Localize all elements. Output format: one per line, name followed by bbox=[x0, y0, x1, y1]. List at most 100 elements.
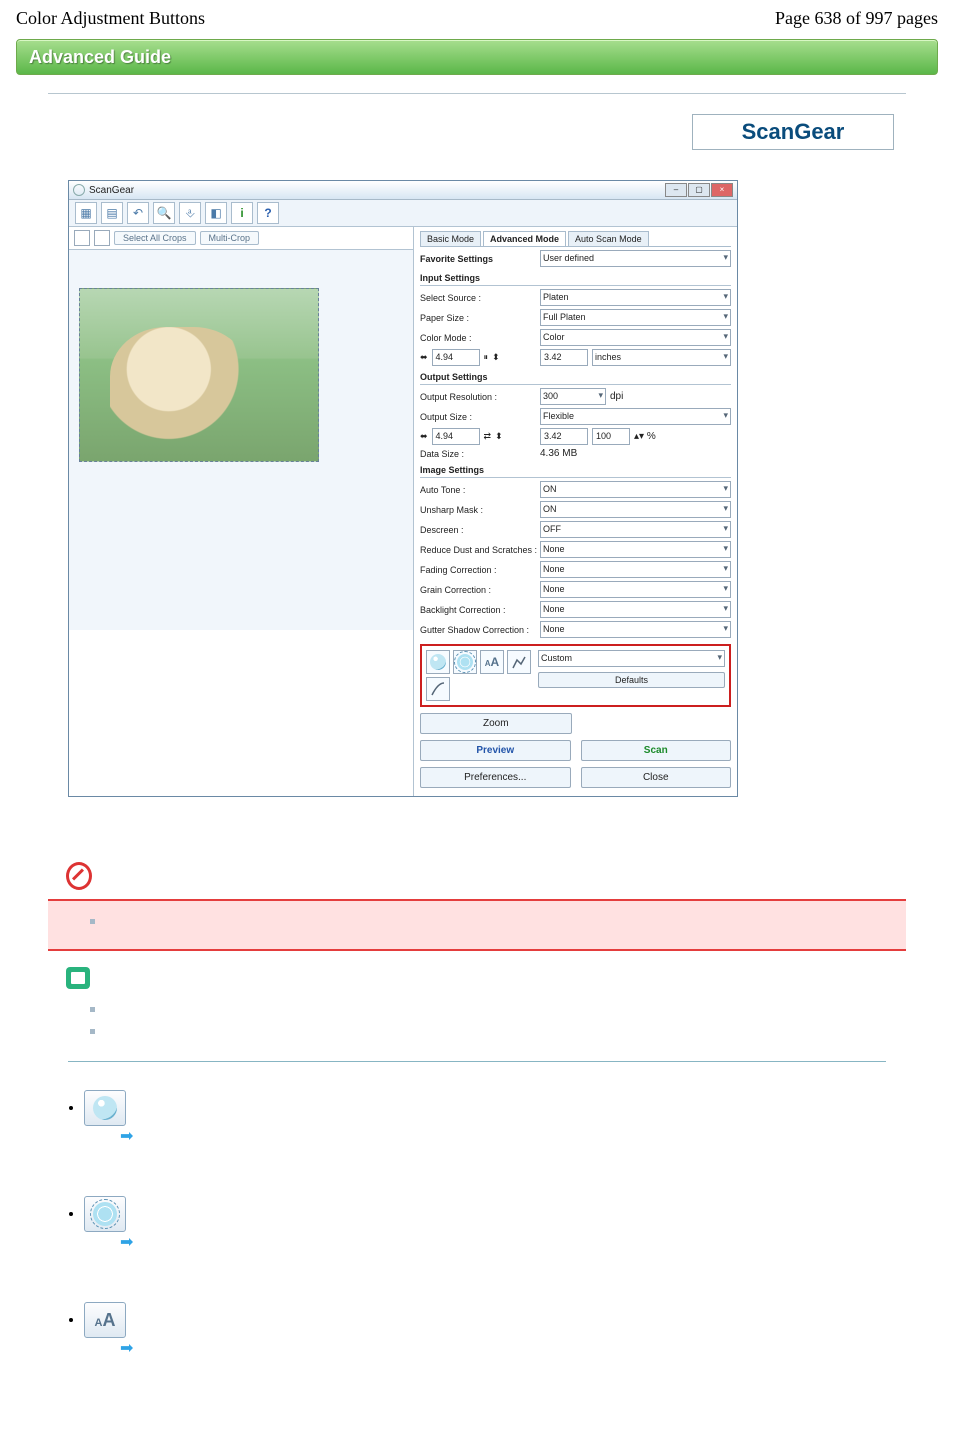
source-label: Select Source : bbox=[420, 293, 540, 303]
out-height[interactable]: 3.42 bbox=[540, 428, 588, 445]
important-section bbox=[48, 857, 906, 951]
lock-icon[interactable]: ⏸ bbox=[484, 352, 489, 363]
input-height[interactable]: 3.42 bbox=[540, 349, 588, 366]
maximize-button[interactable]: ▢ bbox=[688, 183, 710, 197]
output-settings-header: Output Settings bbox=[420, 372, 731, 385]
imgset-select[interactable]: None bbox=[540, 541, 731, 558]
tab-auto[interactable]: Auto Scan Mode bbox=[568, 231, 649, 246]
bullet-icon bbox=[90, 1007, 95, 1012]
imgset-label: Backlight Correction : bbox=[420, 605, 540, 615]
mode-tabs: Basic Mode Advanced Mode Auto Scan Mode bbox=[420, 231, 731, 247]
zoom-button[interactable]: Zoom bbox=[420, 713, 572, 734]
source-select[interactable]: Platen bbox=[540, 289, 731, 306]
imgset-label: Unsharp Mask : bbox=[420, 505, 540, 515]
bullet-icon bbox=[90, 1029, 95, 1034]
color-balance-button-icon bbox=[84, 1196, 126, 1232]
image-settings-header: Image Settings bbox=[420, 465, 731, 478]
outsize-select[interactable]: Flexible bbox=[540, 408, 731, 425]
info-icon[interactable]: i bbox=[231, 202, 253, 224]
button-list: ➡ ➡ AA ➡ bbox=[48, 1090, 906, 1358]
tone-curve-button[interactable] bbox=[426, 677, 450, 701]
rotate-left-icon[interactable]: ↶ bbox=[127, 202, 149, 224]
note-section bbox=[48, 961, 906, 1062]
thumb-icon[interactable]: ▦ bbox=[75, 202, 97, 224]
select-all-crops-button[interactable]: Select All Crops bbox=[114, 231, 196, 245]
defaults-button[interactable]: Defaults bbox=[538, 672, 725, 688]
imgset-label: Reduce Dust and Scratches : bbox=[420, 545, 540, 555]
imgset-select[interactable]: None bbox=[540, 621, 731, 638]
book-icon bbox=[66, 967, 90, 989]
minimize-button[interactable]: – bbox=[665, 183, 687, 197]
histogram-button[interactable] bbox=[507, 650, 531, 674]
help-icon[interactable]: ? bbox=[257, 202, 279, 224]
imgset-select[interactable]: ON bbox=[540, 501, 731, 518]
imgset-select[interactable]: OFF bbox=[540, 521, 731, 538]
res-label: Output Resolution : bbox=[420, 392, 540, 402]
imgset-select[interactable]: None bbox=[540, 581, 731, 598]
window-title-text: ScanGear bbox=[89, 185, 134, 196]
bullet-icon bbox=[90, 919, 95, 924]
out-height-icon: ⬍ bbox=[495, 431, 503, 442]
link-arrow-icon: ➡ bbox=[120, 1126, 906, 1146]
input-width[interactable]: 4.94 bbox=[432, 349, 480, 366]
zoom-icon[interactable]: 🔍 bbox=[153, 202, 175, 224]
imgset-select[interactable]: ON bbox=[540, 481, 731, 498]
close-dialog-button[interactable]: Close bbox=[581, 767, 732, 788]
grid-icon[interactable]: ▤ bbox=[101, 202, 123, 224]
settings-panel: Basic Mode Advanced Mode Auto Scan Mode … bbox=[414, 227, 737, 796]
page-counter: Page 638 of 997 pages bbox=[775, 8, 938, 29]
color-adjustment-box: AA Custom Defaults bbox=[420, 644, 731, 707]
scangear-heading: ScanGear bbox=[692, 114, 894, 150]
imgset-label: Gutter Shadow Correction : bbox=[420, 625, 540, 635]
move-tool-icon[interactable] bbox=[94, 230, 110, 246]
out-percent[interactable]: 100 bbox=[592, 428, 630, 445]
preview-canvas[interactable] bbox=[69, 250, 413, 630]
scan-button[interactable]: Scan bbox=[581, 740, 732, 761]
important-note bbox=[48, 899, 906, 951]
link-arrow-icon: ➡ bbox=[120, 1338, 906, 1358]
outsize-label: Output Size : bbox=[420, 412, 540, 422]
ruler-icon[interactable]: ⎀ bbox=[179, 202, 201, 224]
res-unit: dpi bbox=[610, 391, 623, 402]
unit-select[interactable]: inches bbox=[592, 349, 731, 366]
paper-select[interactable]: Full Platen bbox=[540, 309, 731, 326]
breadcrumb-divider bbox=[48, 93, 906, 94]
imgset-select[interactable]: None bbox=[540, 561, 731, 578]
colormode-select[interactable]: Color bbox=[540, 329, 731, 346]
res-select[interactable]: 300 bbox=[540, 388, 606, 405]
percent-stepper[interactable]: ▴▾ % bbox=[634, 431, 656, 442]
color-balance-button[interactable] bbox=[453, 650, 477, 674]
list-item: ➡ bbox=[84, 1196, 906, 1252]
preview-image[interactable] bbox=[79, 288, 319, 462]
datasize-label: Data Size : bbox=[420, 449, 540, 459]
tab-basic[interactable]: Basic Mode bbox=[420, 231, 481, 246]
multi-crop-button[interactable]: Multi-Crop bbox=[200, 231, 260, 245]
note-list bbox=[48, 989, 906, 1053]
section-divider bbox=[68, 1061, 886, 1062]
favorite-select[interactable]: User defined bbox=[540, 250, 731, 267]
out-width[interactable]: 4.94 bbox=[432, 428, 480, 445]
crop-tool-icon[interactable] bbox=[74, 230, 90, 246]
favorite-label: Favorite Settings bbox=[420, 254, 540, 264]
imgset-select[interactable]: None bbox=[540, 601, 731, 618]
preferences-button[interactable]: Preferences... bbox=[420, 767, 571, 788]
width-icon: ⬌ bbox=[420, 352, 428, 363]
out-width-icon: ⬌ bbox=[420, 431, 428, 442]
list-item: ➡ bbox=[84, 1090, 906, 1146]
out-link-icon[interactable]: ⇄ bbox=[484, 431, 492, 442]
imgset-label: Auto Tone : bbox=[420, 485, 540, 495]
page-title: Color Adjustment Buttons bbox=[16, 8, 205, 29]
window-titlebar: ScanGear – ▢ × bbox=[69, 181, 737, 200]
preview-button[interactable]: Preview bbox=[420, 740, 571, 761]
saturation-button[interactable] bbox=[426, 650, 450, 674]
toolbar: ▦ ▤ ↶ 🔍 ⎀ ◧ i ? bbox=[69, 200, 737, 227]
brightness-button[interactable]: AA bbox=[480, 650, 504, 674]
tab-advanced[interactable]: Advanced Mode bbox=[483, 231, 566, 246]
datasize-value: 4.36 MB bbox=[540, 448, 610, 459]
custom-select[interactable]: Custom bbox=[538, 650, 725, 667]
color-icon[interactable]: ◧ bbox=[205, 202, 227, 224]
close-button[interactable]: × bbox=[711, 183, 733, 197]
preview-subject bbox=[110, 327, 250, 451]
imgset-label: Fading Correction : bbox=[420, 565, 540, 575]
paper-label: Paper Size : bbox=[420, 313, 540, 323]
